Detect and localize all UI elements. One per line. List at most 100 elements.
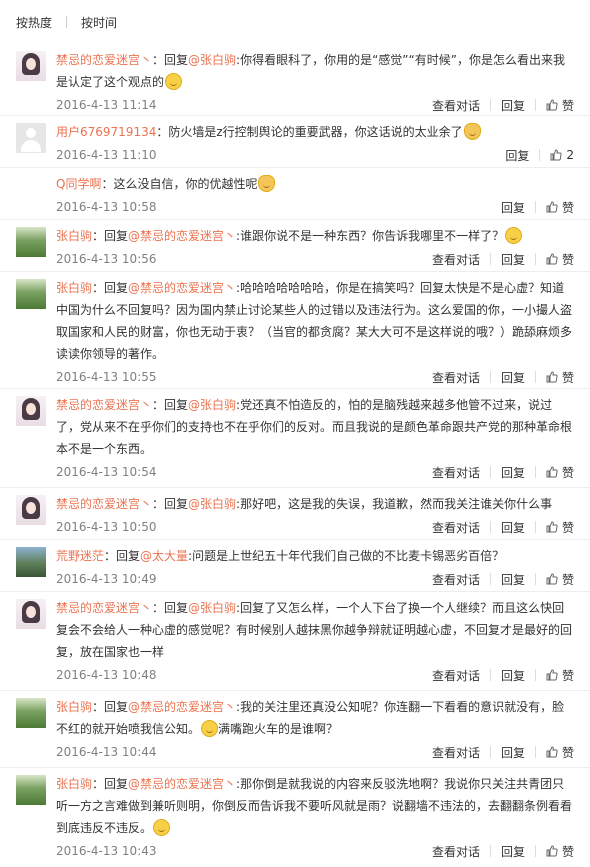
view-conversation-link[interactable]: 查看对话 [432, 744, 480, 761]
comment-item: 禁忌的恋爱迷宫丶：回复@张白驹:回复了又怎么样，一个人下台了换一个人继续？而且这… [0, 591, 590, 690]
mention-link[interactable]: @禁忌的恋爱迷宫丶 [128, 777, 236, 791]
emoji-icon [201, 720, 219, 737]
avatar[interactable] [16, 599, 46, 629]
timestamp: 2016-4-13 10:44 [56, 745, 157, 759]
avatar[interactable] [16, 495, 46, 525]
view-conversation-link[interactable]: 查看对话 [432, 464, 480, 481]
like-button[interactable]: 赞 [546, 571, 574, 588]
divider [539, 149, 541, 161]
username-link[interactable]: 禁忌的恋爱迷宫丶 [56, 53, 152, 67]
sort-by-time-tab[interactable]: 按时间 [81, 14, 117, 31]
view-conversation-link[interactable]: 查看对话 [432, 843, 480, 860]
comment-meta: 2016-4-13 10:56 查看对话 回复 赞 [56, 248, 574, 270]
like-button[interactable]: 赞 [546, 667, 574, 684]
view-conversation-link[interactable]: 查看对话 [432, 519, 480, 536]
emoji-icon [505, 227, 523, 244]
avatar[interactable] [16, 51, 46, 81]
like-button[interactable]: 赞 [546, 843, 574, 860]
sort-by-hot-tab[interactable]: 按热度 [16, 14, 52, 31]
mention-link[interactable]: @张白驹 [188, 398, 236, 412]
avatar[interactable] [16, 123, 46, 153]
avatar[interactable] [16, 547, 46, 577]
reply-link[interactable]: 回复 [501, 251, 525, 268]
comment-content-continued: 满嘴跑火车的是谁啊？ [218, 722, 339, 736]
divider [489, 99, 491, 111]
mention-link[interactable]: @太大量 [140, 549, 188, 563]
comment-actions: 回复 2 [505, 147, 574, 164]
emoji-icon [258, 175, 276, 192]
comment-content: :问题是上世纪五十年代我们自己做的不比麦卡锡恶劣百倍？ [188, 549, 505, 563]
comment-body: 禁忌的恋爱迷宫丶：回复@张白驹:那好吧，这是我的失误，我道歉，然而我关注谁关你什… [56, 493, 574, 539]
reply-link[interactable]: 回复 [501, 843, 525, 860]
comment-text: 禁忌的恋爱迷宫丶：回复@张白驹:那好吧，这是我的失误，我道歉，然而我关注谁关你什… [56, 493, 574, 515]
view-conversation-link[interactable]: 查看对话 [432, 97, 480, 114]
reply-link[interactable]: 回复 [501, 571, 525, 588]
reply-link[interactable]: 回复 [501, 519, 525, 536]
comment-body: 禁忌的恋爱迷宫丶：回复@张白驹:你得看眼科了，你用的是“感觉”“有时候”，你是怎… [56, 49, 574, 115]
divider [534, 466, 536, 478]
timestamp: 2016-4-13 11:14 [56, 98, 157, 112]
mention-link[interactable]: @禁忌的恋爱迷宫丶 [128, 229, 236, 243]
reply-link[interactable]: 回复 [501, 464, 525, 481]
username-link[interactable]: 禁忌的恋爱迷宫丶 [56, 497, 152, 511]
sort-bar: 按热度 按时间 [0, 0, 590, 44]
comment-body: 张白驹：回复@禁忌的恋爱迷宫丶:那你倒是就我说的内容来反驳洗地啊？我说你只关注共… [56, 773, 574, 862]
username-link[interactable]: 用户6769719134 [56, 125, 156, 139]
reply-link[interactable]: 回复 [505, 147, 529, 164]
username-link[interactable]: 荒野迷茫 [56, 549, 104, 563]
thumbs-up-icon [546, 521, 558, 533]
comment-item: 用户6769719134：防火墙是z行控制舆论的重要武器，你这话说的太业余了 20… [0, 115, 590, 167]
like-button[interactable]: 赞 [546, 97, 574, 114]
username-link[interactable]: 张白驹 [56, 281, 92, 295]
username-link[interactable]: 禁忌的恋爱迷宫丶 [56, 601, 152, 615]
mention-link[interactable]: @禁忌的恋爱迷宫丶 [128, 281, 236, 295]
view-conversation-link[interactable]: 查看对话 [432, 667, 480, 684]
comment-meta: 2016-4-13 10:49 查看对话 回复 赞 [56, 568, 574, 590]
like-button[interactable]: 赞 [546, 369, 574, 386]
like-count: 赞 [561, 844, 574, 859]
comment-text: 禁忌的恋爱迷宫丶：回复@张白驹:你得看眼科了，你用的是“感觉”“有时候”，你是怎… [56, 49, 574, 93]
username-link[interactable]: 张白驹 [56, 700, 92, 714]
comment-actions: 查看对话 回复 赞 [432, 571, 574, 588]
avatar[interactable] [16, 396, 46, 426]
like-button[interactable]: 2 [550, 148, 574, 162]
divider [534, 99, 536, 111]
username-link[interactable]: 张白驹 [56, 229, 92, 243]
username-link[interactable]: 张白驹 [56, 777, 92, 791]
reply-link[interactable]: 回复 [501, 369, 525, 386]
like-button[interactable]: 赞 [546, 744, 574, 761]
divider [489, 845, 491, 857]
view-conversation-link[interactable]: 查看对话 [432, 369, 480, 386]
comment-actions: 查看对话 回复 赞 [432, 519, 574, 536]
mention-link[interactable]: @张白驹 [188, 53, 236, 67]
comment-actions: 查看对话 回复 赞 [432, 667, 574, 684]
view-conversation-link[interactable]: 查看对话 [432, 571, 480, 588]
like-button[interactable]: 赞 [546, 251, 574, 268]
reply-link[interactable]: 回复 [501, 199, 525, 216]
username-link[interactable]: 禁忌的恋爱迷宫丶 [56, 398, 152, 412]
thumbs-up-icon [546, 573, 558, 585]
reply-link[interactable]: 回复 [501, 744, 525, 761]
comment-meta: 2016-4-13 10:58 回复 赞 [56, 196, 574, 218]
thumbs-up-icon [546, 746, 558, 758]
avatar[interactable] [16, 775, 46, 805]
reply-link[interactable]: 回复 [501, 97, 525, 114]
username-link[interactable]: Q同学啊 [56, 177, 101, 191]
view-conversation-link[interactable]: 查看对话 [432, 251, 480, 268]
timestamp: 2016-4-13 10:56 [56, 252, 157, 266]
avatar[interactable] [16, 279, 46, 309]
mention-link[interactable]: @张白驹 [188, 601, 236, 615]
comment-actions: 查看对话 回复 赞 [432, 97, 574, 114]
avatar[interactable] [16, 698, 46, 728]
like-count: 赞 [561, 745, 574, 760]
thumbs-up-icon [546, 371, 558, 383]
mention-link[interactable]: @张白驹 [188, 497, 236, 511]
comment-prefix: ：回复 [152, 53, 189, 67]
reply-link[interactable]: 回复 [501, 667, 525, 684]
avatar[interactable] [16, 227, 46, 257]
like-button[interactable]: 赞 [546, 519, 574, 536]
like-button[interactable]: 赞 [546, 464, 574, 481]
comment-item: 张白驹：回复@禁忌的恋爱迷宫丶:我的关注里还真没公知呢？你连翻一下看看的意识就没… [0, 690, 590, 767]
like-button[interactable]: 赞 [546, 199, 574, 216]
mention-link[interactable]: @禁忌的恋爱迷宫丶 [128, 700, 236, 714]
